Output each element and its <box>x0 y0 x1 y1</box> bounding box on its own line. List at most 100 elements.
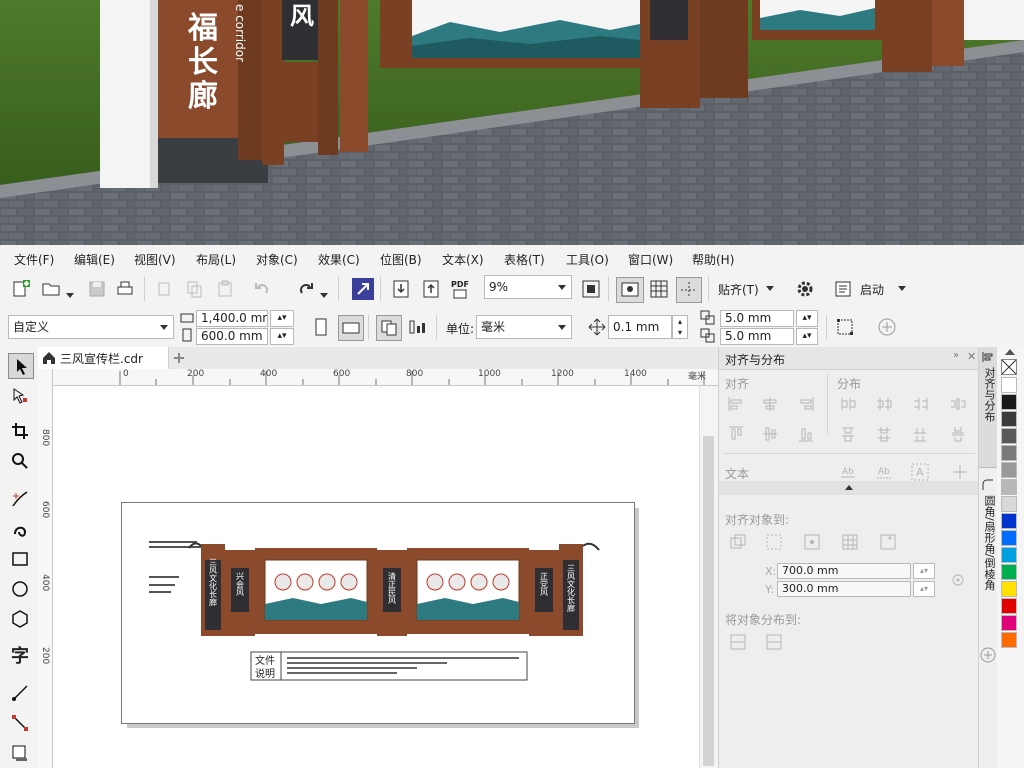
align-center-v-icon[interactable] <box>761 425 779 443</box>
full-screen-preview-icon[interactable] <box>616 277 644 303</box>
home-icon[interactable] <box>42 351 56 365</box>
distribute-right-icon[interactable] <box>911 395 929 413</box>
distribute-left-icon[interactable] <box>839 395 857 413</box>
current-page-icon[interactable] <box>406 316 428 338</box>
shape-tool-icon[interactable] <box>8 383 32 407</box>
palette-swatch[interactable] <box>1001 598 1017 614</box>
search-content-icon[interactable] <box>352 278 374 300</box>
palette-swatch[interactable] <box>1001 411 1017 427</box>
y-spinner[interactable]: ▴▾ <box>913 581 935 597</box>
add-docker-icon[interactable] <box>980 647 996 663</box>
connector-tool-icon[interactable] <box>8 711 32 735</box>
duplicate-x-field[interactable]: 5.0 mm <box>720 310 794 327</box>
text-first-baseline-icon[interactable]: Ab <box>839 463 857 481</box>
application-launcher-icon[interactable] <box>832 278 854 300</box>
export-icon[interactable] <box>420 278 442 300</box>
cut-icon[interactable] <box>154 278 176 300</box>
artistic-media-icon[interactable] <box>8 517 32 541</box>
zoom-fit-icon[interactable] <box>580 278 602 300</box>
snap-to-label[interactable]: 贴齐(T) <box>718 281 759 298</box>
paste-icon[interactable] <box>214 278 236 300</box>
portrait-icon[interactable] <box>310 316 332 338</box>
distribute-page-icon[interactable] <box>765 633 783 651</box>
active-objects-icon[interactable] <box>729 533 747 551</box>
crop-tool-icon[interactable] <box>8 419 32 443</box>
distribute-selection-icon[interactable] <box>729 633 747 651</box>
page-width-field[interactable]: 1,400.0 mm <box>196 310 268 327</box>
open-folder-icon[interactable] <box>40 278 62 300</box>
docker-close-icon[interactable]: ✕ <box>967 350 976 363</box>
palette-swatch[interactable] <box>1001 496 1017 512</box>
horizontal-ruler[interactable]: 0 200 400 600 800 1000 1200 1400 毫米 <box>52 369 718 386</box>
palette-swatch[interactable] <box>1001 530 1017 546</box>
launch-label[interactable]: 启动 <box>860 281 884 298</box>
corridor-drawing[interactable]: 三风文化长廊 兴会风 清正民风 正党风 三风文化长廊 文件 说明 <box>121 502 635 724</box>
print-icon[interactable] <box>114 278 136 300</box>
page-preset-dropdown-icon[interactable] <box>160 325 168 330</box>
align-left-icon[interactable] <box>727 395 745 413</box>
menu-window[interactable]: 窗口(W) <box>628 251 673 268</box>
add-icon[interactable] <box>876 316 898 338</box>
palette-swatch[interactable] <box>1001 479 1017 495</box>
duplicate-y-spinner[interactable]: ▴▾ <box>796 328 818 345</box>
distribute-spacing-v-icon[interactable] <box>949 425 967 443</box>
palette-swatch[interactable] <box>1001 428 1017 444</box>
tab-fillet[interactable]: 圆角/扇形角/倒棱角 <box>979 475 997 625</box>
collapse-arrow-icon[interactable] <box>845 485 853 490</box>
menu-object[interactable]: 对象(C) <box>256 251 298 268</box>
width-spinner[interactable]: ▴▾ <box>270 310 294 327</box>
specified-point-icon[interactable] <box>879 533 897 551</box>
landscape-icon[interactable] <box>338 315 364 341</box>
menu-layout[interactable]: 布局(L) <box>196 251 236 268</box>
undo-icon[interactable] <box>250 278 272 300</box>
text-last-baseline-icon[interactable]: Ab <box>875 463 893 481</box>
launch-dropdown-icon[interactable] <box>898 286 906 291</box>
new-document-icon[interactable] <box>10 278 32 300</box>
copy-icon[interactable] <box>184 278 206 300</box>
align-center-h-icon[interactable] <box>761 395 779 413</box>
palette-swatch[interactable] <box>1001 377 1017 393</box>
no-color-swatch[interactable] <box>1001 359 1017 375</box>
duplicate-x-spinner[interactable]: ▴▾ <box>796 310 818 327</box>
treat-as-filled-icon[interactable] <box>834 316 856 338</box>
page-height-field[interactable]: 600.0 mm <box>196 328 268 345</box>
vertical-scrollbar[interactable] <box>699 386 718 768</box>
freehand-tool-icon[interactable] <box>8 487 32 511</box>
redo-icon[interactable] <box>296 278 318 300</box>
open-dropdown-icon[interactable] <box>66 293 74 298</box>
nudge-spinner[interactable]: ▴ ▾ <box>672 315 688 339</box>
palette-swatch[interactable] <box>1001 632 1017 648</box>
menu-effects[interactable]: 效果(C) <box>318 251 360 268</box>
zoom-dropdown-icon[interactable] <box>558 285 566 290</box>
drawing-canvas[interactable]: 三风文化长廊 兴会风 清正民风 正党风 三风文化长廊 文件 说明 <box>53 386 699 768</box>
publish-pdf-icon[interactable]: PDF <box>448 277 472 301</box>
point-picker-icon[interactable] <box>949 571 967 589</box>
options-gear-icon[interactable] <box>794 278 816 300</box>
shadow-tool-icon[interactable] <box>8 741 32 765</box>
distribute-bottom-icon[interactable] <box>911 425 929 443</box>
show-guidelines-icon[interactable] <box>676 277 702 303</box>
snap-dropdown-icon[interactable] <box>766 286 774 291</box>
x-coordinate-field[interactable]: 700.0 mm <box>777 563 911 579</box>
y-coordinate-field[interactable]: 300.0 mm <box>777 581 911 597</box>
text-tool-icon[interactable]: 字 <box>8 643 32 667</box>
palette-swatch[interactable] <box>1001 547 1017 563</box>
palette-swatch[interactable] <box>1001 513 1017 529</box>
grid-icon[interactable] <box>841 533 859 551</box>
height-spinner[interactable]: ▴▾ <box>270 328 294 345</box>
page-edge-icon[interactable] <box>765 533 783 551</box>
pick-tool-icon[interactable] <box>8 353 34 379</box>
dimension-tool-icon[interactable] <box>8 681 32 705</box>
page-center-icon[interactable] <box>803 533 821 551</box>
distribute-center-h-icon[interactable] <box>875 395 893 413</box>
menu-table[interactable]: 表格(T) <box>504 251 545 268</box>
rectangle-tool-icon[interactable] <box>8 547 32 571</box>
palette-swatch[interactable] <box>1001 394 1017 410</box>
palette-swatch[interactable] <box>1001 564 1017 580</box>
menu-tools[interactable]: 工具(O) <box>566 251 609 268</box>
ellipse-tool-icon[interactable] <box>8 577 32 601</box>
new-tab-icon[interactable] <box>172 351 186 365</box>
save-icon[interactable] <box>86 278 108 300</box>
menu-help[interactable]: 帮助(H) <box>692 251 734 268</box>
polygon-tool-icon[interactable] <box>8 607 32 631</box>
